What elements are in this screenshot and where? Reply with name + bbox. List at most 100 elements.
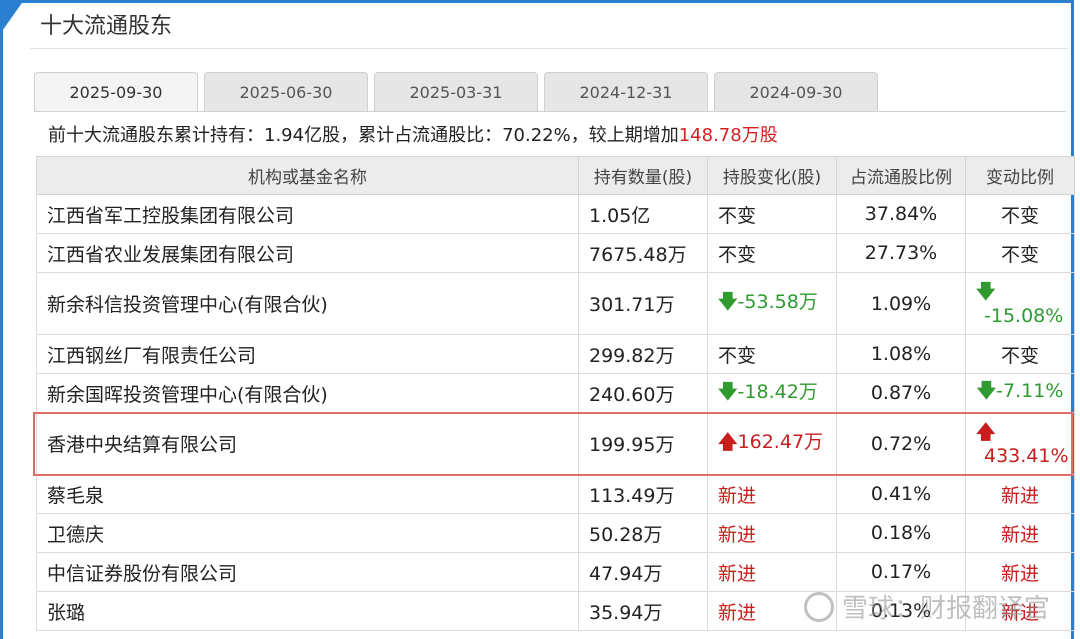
- holder-name-cell: 香港中央结算有限公司: [36, 412, 579, 475]
- table-row[interactable]: 江西省农业发展集团有限公司 7675.48万 不变 27.73% 不变: [36, 233, 1075, 273]
- holder-pct: 27.73%: [864, 242, 938, 264]
- holder-name: 卫德庆: [47, 523, 105, 546]
- holder-ratio: 不变: [1000, 204, 1039, 227]
- holders-table: 机构或基金名称 持有数量(股) 持股变化(股) 占流通股比例 变动比例 江西省军…: [36, 156, 1075, 631]
- holder-change: 不变: [718, 344, 757, 367]
- holder-ratio-cell: 🡇 -15.08%: [965, 272, 1075, 335]
- holder-name-cell: 江西省军工控股集团有限公司: [36, 194, 579, 234]
- holder-change: 不变: [718, 204, 757, 227]
- period-tabs: 2025-09-30 2025-06-30 2025-03-31 2024-12…: [34, 72, 878, 112]
- watermark-logo-icon: [803, 591, 834, 622]
- table-row[interactable]: 新余科信投资管理中心(有限合伙) 301.71万 🡇-53.58万 1.09% 🡇 -15…: [36, 272, 1075, 335]
- table-row[interactable]: 江西钢丝厂有限责任公司 299.82万 不变 1.08% 不变: [36, 334, 1075, 374]
- holder-change: 162.47万: [737, 431, 824, 453]
- holder-ratio: 433.41%: [984, 444, 1069, 467]
- holder-qty: 50.28万: [589, 523, 663, 546]
- holder-name-cell: 张璐: [36, 591, 579, 631]
- arrow-down-icon: 🡇: [718, 380, 738, 403]
- arrow-up-icon: 🡅: [718, 431, 738, 453]
- holder-change-cell: 不变: [707, 194, 837, 234]
- holder-ratio-cell: 不变: [965, 334, 1075, 374]
- holder-qty-cell: 47.94万: [578, 552, 708, 592]
- holder-pct-cell: 1.08%: [836, 334, 966, 374]
- table-row[interactable]: 江西省军工控股集团有限公司 1.05亿 不变 37.84% 不变: [36, 194, 1075, 234]
- table-row[interactable]: 卫德庆 50.28万 新进 0.18% 新进: [36, 513, 1075, 553]
- arrow-up-icon: 🡅: [976, 420, 996, 443]
- holder-ratio-cell: 不变: [965, 194, 1075, 234]
- holder-qty-cell: 301.71万: [578, 272, 708, 335]
- holder-pct: 0.17%: [870, 561, 932, 583]
- holder-qty: 199.95万: [589, 434, 675, 456]
- holder-name-cell: 新余科信投资管理中心(有限合伙): [36, 272, 579, 335]
- header-qty: 持有数量(股): [578, 156, 708, 195]
- arrow-down-icon: 🡇: [976, 280, 996, 303]
- holder-name-cell: 蔡毛泉: [36, 474, 579, 514]
- corner-accent: [0, 0, 24, 34]
- table-row[interactable]: 中信证券股份有限公司 47.94万 新进 0.17% 新进: [36, 552, 1075, 592]
- holder-ratio-cell: 新进: [965, 474, 1075, 514]
- holder-change: -18.42万: [737, 380, 818, 403]
- holder-ratio-cell: 新进: [965, 513, 1075, 553]
- holder-change-cell: 新进: [707, 474, 837, 514]
- holder-name: 新余国晖投资管理中心(有限合伙): [47, 383, 328, 406]
- holder-pct-cell: 1.09%: [836, 272, 966, 335]
- holder-qty-cell: 35.94万: [578, 591, 708, 631]
- summary-ratio: 70.22%: [502, 125, 571, 146]
- holder-name: 江西省军工控股集团有限公司: [47, 204, 295, 227]
- holder-change-cell: 新进: [707, 552, 837, 592]
- holder-name: 张璐: [47, 601, 86, 624]
- table-row[interactable]: 蔡毛泉 113.49万 新进 0.41% 新进: [36, 474, 1075, 514]
- holder-name-cell: 江西省农业发展集团有限公司: [36, 233, 579, 273]
- holder-ratio: 新进: [1000, 523, 1039, 546]
- holder-change-cell: 新进: [707, 513, 837, 553]
- holder-pct: 1.08%: [870, 343, 932, 365]
- summary-increase: 148.78万股: [678, 125, 778, 146]
- holder-pct-cell: 0.72%: [836, 412, 966, 475]
- holder-pct-cell: 27.73%: [836, 233, 966, 273]
- holder-change: -53.58万: [737, 291, 818, 313]
- ratio-stack: 🡇 -15.08%: [972, 280, 1068, 328]
- summary-mid2: ，较上期增加: [570, 125, 679, 146]
- holder-qty-cell: 50.28万: [578, 513, 708, 553]
- holder-pct: 0.72%: [870, 432, 932, 455]
- holder-change: 新进: [718, 562, 757, 585]
- ratio-stack: 🡅 433.41%: [972, 420, 1069, 468]
- title-divider: [30, 48, 1068, 49]
- holder-name: 蔡毛泉: [47, 484, 105, 507]
- tab-period[interactable]: 2025-03-31: [374, 72, 538, 112]
- header-pct: 占流通股比例: [836, 156, 966, 195]
- tab-period[interactable]: 2024-12-31: [544, 72, 708, 112]
- holder-name: 中信证券股份有限公司: [47, 562, 238, 585]
- watermark: 雪球：财报翻译官: [803, 588, 1050, 625]
- holder-qty-cell: 1.05亿: [578, 194, 708, 234]
- holdings-summary: 前十大流通股东累计持有：1.94亿股，累计占流通股比：70.22%，较上期增加1…: [48, 121, 778, 147]
- holder-change-cell: 🡇-53.58万: [707, 272, 837, 335]
- holder-change: 新进: [718, 484, 757, 507]
- holder-ratio-cell: 不变: [965, 233, 1075, 273]
- tab-period[interactable]: 2025-09-30: [34, 72, 198, 112]
- holder-qty: 113.49万: [589, 484, 675, 507]
- header-ratio: 变动比例: [965, 156, 1075, 195]
- holder-change-cell: 🡅162.47万: [707, 412, 837, 475]
- holder-qty-cell: 7675.48万: [578, 233, 708, 273]
- table-row[interactable]: 香港中央结算有限公司 199.95万 🡅162.47万 0.72% 🡅 433.41%: [36, 412, 1075, 475]
- holder-ratio-cell: 🡇-7.11%: [965, 373, 1075, 413]
- holder-change: 不变: [718, 243, 757, 266]
- holder-pct-cell: 0.17%: [836, 552, 966, 592]
- holder-qty-cell: 299.82万: [578, 334, 708, 374]
- holder-name-cell: 新余国晖投资管理中心(有限合伙): [36, 373, 579, 413]
- holder-pct: 0.87%: [870, 382, 932, 404]
- tab-period[interactable]: 2024-09-30: [714, 72, 878, 112]
- holder-name: 江西省农业发展集团有限公司: [47, 243, 295, 266]
- holder-qty: 301.71万: [589, 294, 675, 316]
- holder-ratio: 不变: [1000, 344, 1039, 367]
- section-title: 十大流通股东: [40, 14, 173, 39]
- holder-qty: 35.94万: [589, 601, 663, 624]
- holder-pct: 0.18%: [870, 522, 932, 544]
- holder-ratio-cell: 🡅 433.41%: [965, 412, 1075, 475]
- holder-qty: 299.82万: [589, 344, 675, 367]
- holder-qty-cell: 199.95万: [578, 412, 708, 475]
- holder-ratio-cell: 新进: [965, 552, 1075, 592]
- table-row[interactable]: 新余国晖投资管理中心(有限合伙) 240.60万 🡇-18.42万 0.87% 🡇-7.…: [36, 373, 1075, 413]
- tab-period[interactable]: 2025-06-30: [204, 72, 368, 112]
